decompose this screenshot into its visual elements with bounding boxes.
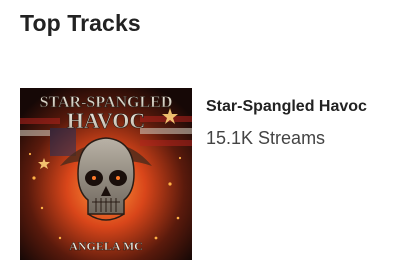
- album-cover-art: STAR-SPANGLED HAVOC ANGELA MC: [20, 88, 192, 260]
- cover-title-bottom: HAVOC: [67, 108, 146, 133]
- section-title: Top Tracks: [20, 10, 141, 36]
- track-info: Star-Spangled Havoc 15.1K Streams: [206, 98, 367, 149]
- track-title[interactable]: Star-Spangled Havoc: [206, 98, 367, 116]
- track-stream-count: 15.1K Streams: [206, 128, 326, 148]
- album-cover[interactable]: STAR-SPANGLED HAVOC ANGELA MC: [20, 88, 192, 260]
- track-list-item[interactable]: STAR-SPANGLED HAVOC ANGELA MC Star-Spang…: [20, 88, 390, 260]
- cover-artist: ANGELA MC: [69, 239, 143, 253]
